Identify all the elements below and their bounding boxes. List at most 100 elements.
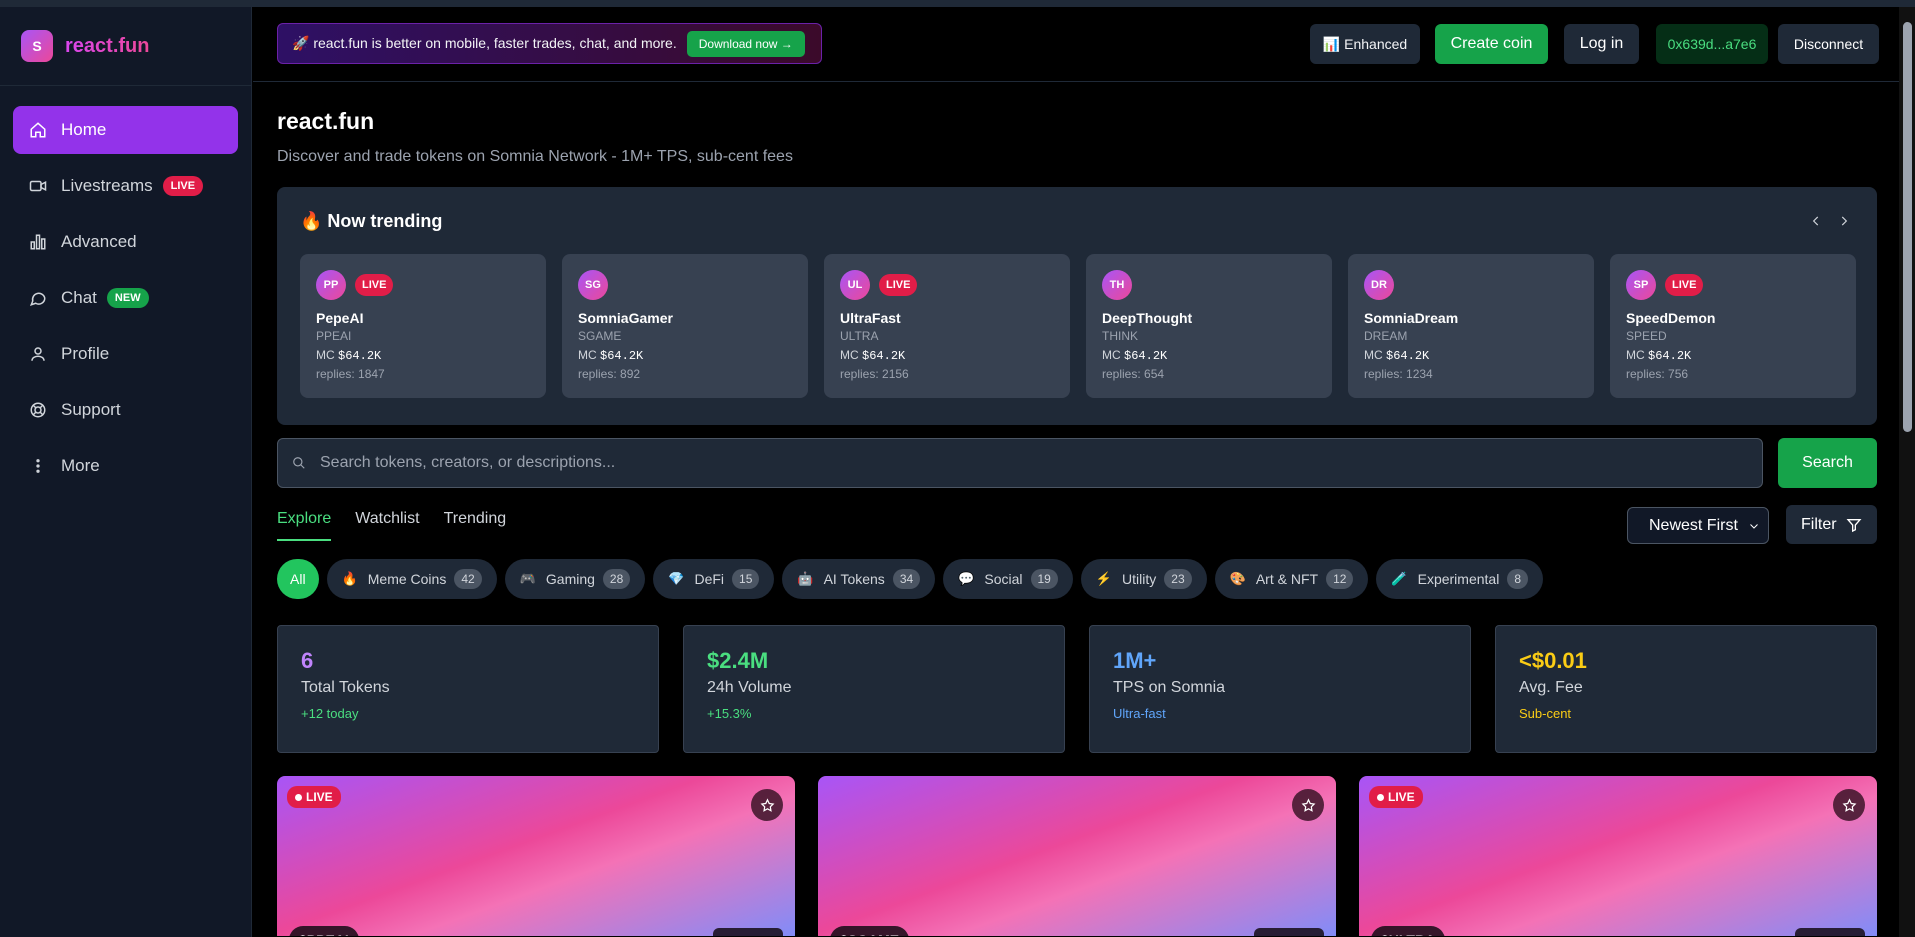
live-badge: LIVE [287,786,341,808]
sidebar-item-home[interactable]: Home [13,106,238,154]
star-icon[interactable] [1292,789,1324,821]
stat-label: 24h Volume [707,679,792,696]
category-icon: 🤖 [797,571,814,586]
trending-card[interactable]: PP LIVE PepeAI PPEAI MC $64.2K replies: 1847 [300,254,546,398]
sort-select[interactable]: Newest First [1627,507,1769,544]
chevron-left-icon[interactable] [1809,213,1823,229]
sidebar-item-advanced[interactable]: Advanced [13,218,238,266]
category-label: AI Tokens [823,571,885,587]
avatar: PP [316,270,346,300]
category-count: 34 [892,569,921,589]
market-cap-label: MC [1626,348,1645,362]
trending-card[interactable]: SP LIVE SpeedDemon SPEED MC $64.2K replies: 7… [1610,254,1856,398]
market-cap-value: $64.2K [1386,349,1430,363]
replies-count: replies: 654 [1102,367,1165,381]
market-cap: MC $64.2K [1364,348,1578,363]
market-cap-label: MC [578,348,597,362]
scrollbar-thumb[interactable] [1903,22,1912,432]
support-icon [29,401,47,419]
user-icon [29,345,47,363]
stat-label: Avg. Fee [1519,679,1583,696]
trending-nav [1809,213,1851,229]
category-chip[interactable]: ⚡ Utility 23 [1080,559,1207,599]
trending-card[interactable]: SG SomniaGamer SGAME MC $64.2K replies: 892 [562,254,808,398]
trending-card[interactable]: DR SomniaDream DREAM MC $64.2K replies: 1234 [1348,254,1594,398]
token-card[interactable]: $SGAME [818,776,1336,936]
market-cap-label: MC [840,348,859,362]
category-chip[interactable]: 🔥 Meme Coins 42 [326,559,497,599]
category-label: Utility [1122,571,1157,587]
category-icon: 💎 [668,571,685,586]
search-button[interactable]: Search [1778,438,1877,488]
sidebar-nav: Home Livestreams LIVE Advanced Chat NEW … [0,86,251,518]
tab-explore[interactable]: Explore [277,510,332,541]
filter-button[interactable]: Filter [1786,505,1877,544]
enhanced-button[interactable]: 📊 Enhanced [1310,24,1420,64]
stat-value: <$0.01 [1519,648,1587,673]
star-icon[interactable] [1833,789,1865,821]
token-name: SomniaDream [1364,310,1459,326]
live-badge: LIVE [355,274,394,296]
category-chip[interactable]: 🤖 AI Tokens 34 [782,559,936,599]
market-cap: MC $64.2K [316,348,530,363]
token-symbol: $SGAME [830,926,910,936]
market-cap-value: $64.2K [1124,349,1168,363]
token-card[interactable]: LIVE $ULTRA [1359,776,1877,936]
price-chip [1254,928,1324,936]
sidebar-item-more[interactable]: More [13,442,238,490]
tab-watchlist[interactable]: Watchlist [355,510,419,541]
category-icon: 🧪 [1391,571,1408,586]
sidebar-item-label: Advanced [61,232,137,251]
trending-card[interactable]: UL LIVE UltraFast ULTRA MC $64.2K replies: 21… [824,254,1070,398]
avatar: SG [578,270,608,300]
market-cap-value: $64.2K [338,349,382,363]
trending-card[interactable]: TH DeepThought THINK MC $64.2K replies: 654 [1086,254,1332,398]
download-button[interactable]: Download now → [686,30,805,57]
category-label: Meme Coins [367,571,447,587]
token-symbol: $PPEAI [289,926,359,936]
home-icon [29,121,47,139]
sidebar-item-support[interactable]: Support [13,386,238,434]
token-card[interactable]: LIVE $PPEAI [277,776,795,936]
market-cap-value: $64.2K [1648,349,1692,363]
category-chip[interactable]: 🧪 Experimental 8 [1376,559,1543,599]
stat-change: Sub-cent [1519,706,1572,721]
avatar: UL [840,270,870,300]
category-chip[interactable]: 💬 Social 19 [943,559,1073,599]
token-name: UltraFast [840,310,901,326]
tab-trending[interactable]: Trending [444,510,507,541]
category-icon: 🎮 [519,571,536,586]
category-chip[interactable]: All [277,559,319,599]
disconnect-button[interactable]: Disconnect [1778,24,1879,64]
category-chip[interactable]: 🎮 Gaming 28 [504,559,646,599]
market-cap-label: MC [1364,348,1383,362]
market-cap: MC $64.2K [840,348,1054,363]
brand-name: react.fun [65,34,150,57]
create-coin-button[interactable]: Create coin [1435,24,1548,64]
sidebar-item-livestreams[interactable]: Livestreams LIVE [13,162,238,210]
category-count: 15 [732,569,760,589]
category-chip[interactable]: 💎 DeFi 15 [653,559,775,599]
market-cap: MC $64.2K [578,348,792,363]
login-button[interactable]: Log in [1564,24,1639,64]
sidebar-item-chat[interactable]: Chat NEW [13,274,238,322]
chevron-right-icon[interactable] [1837,213,1851,229]
sidebar-item-label: Chat [61,288,97,307]
replies-count: replies: 1847 [316,367,385,381]
category-chip[interactable]: 🎨 Art & NFT 12 [1214,559,1369,599]
card-header: PP LIVE [316,270,530,300]
star-icon[interactable] [751,789,783,821]
search-input[interactable] [320,454,1720,472]
stat-card: $2.4M 24h Volume +15.3% [683,625,1065,753]
sort-value: Newest First [1649,516,1738,534]
brand[interactable]: S react.fun [0,7,251,86]
chevron-down-icon [1750,523,1758,529]
token-name: PepeAI [316,310,364,326]
promo-text: 🚀 react.fun is better on mobile, faster … [292,35,677,51]
wallet-address[interactable]: 0x639d...a7e6 [1656,24,1768,64]
avatar: SP [1626,270,1656,300]
price-chip [1795,928,1865,936]
sidebar-item-profile[interactable]: Profile [13,330,238,378]
category-count: 42 [454,569,482,589]
stat-label: Total Tokens [301,679,390,696]
